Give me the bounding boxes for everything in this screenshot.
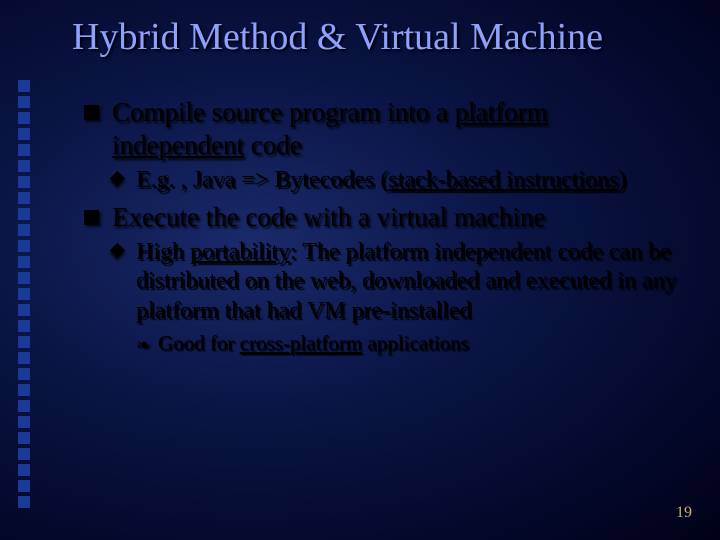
bullet-text: Compile source program into a <box>112 97 455 127</box>
page-number: 19 <box>676 504 692 522</box>
bullet-level2: E.g. , Java => Bytecodes (stack-based in… <box>112 166 686 195</box>
diamond-bullet-icon <box>110 171 126 187</box>
bullet-level1: Compile source program into a platform i… <box>84 96 686 162</box>
underlined-text: portability <box>190 239 290 265</box>
bullet-level1: Execute the code with a virtual machine <box>84 201 686 234</box>
bullet-text: Execute the code with a virtual machine <box>112 202 545 232</box>
slide-body: Compile source program into a platform i… <box>84 96 686 356</box>
bullet-text: High <box>136 239 190 265</box>
underlined-text: cross-platform <box>240 331 362 355</box>
diamond-bullet-icon <box>110 243 126 259</box>
square-bullet-icon <box>84 210 99 225</box>
bullet-level3: ❧ Good for cross-platform applications <box>136 330 686 356</box>
bullet-text: code <box>244 130 302 160</box>
slide-title: Hybrid Method & Virtual Machine <box>72 18 690 58</box>
decorative-side-squares <box>18 80 32 510</box>
fleur-bullet-icon: ❧ <box>136 334 151 357</box>
bullet-text: E.g. , Java => Bytecodes ( <box>136 167 388 193</box>
bullet-text: Good for <box>158 331 240 355</box>
bullet-level2: High portability: The platform independe… <box>112 238 686 326</box>
underlined-text: stack-based instructions <box>388 167 618 193</box>
bullet-text: ) <box>618 167 626 193</box>
square-bullet-icon <box>84 105 99 120</box>
bullet-text: applications <box>362 331 469 355</box>
